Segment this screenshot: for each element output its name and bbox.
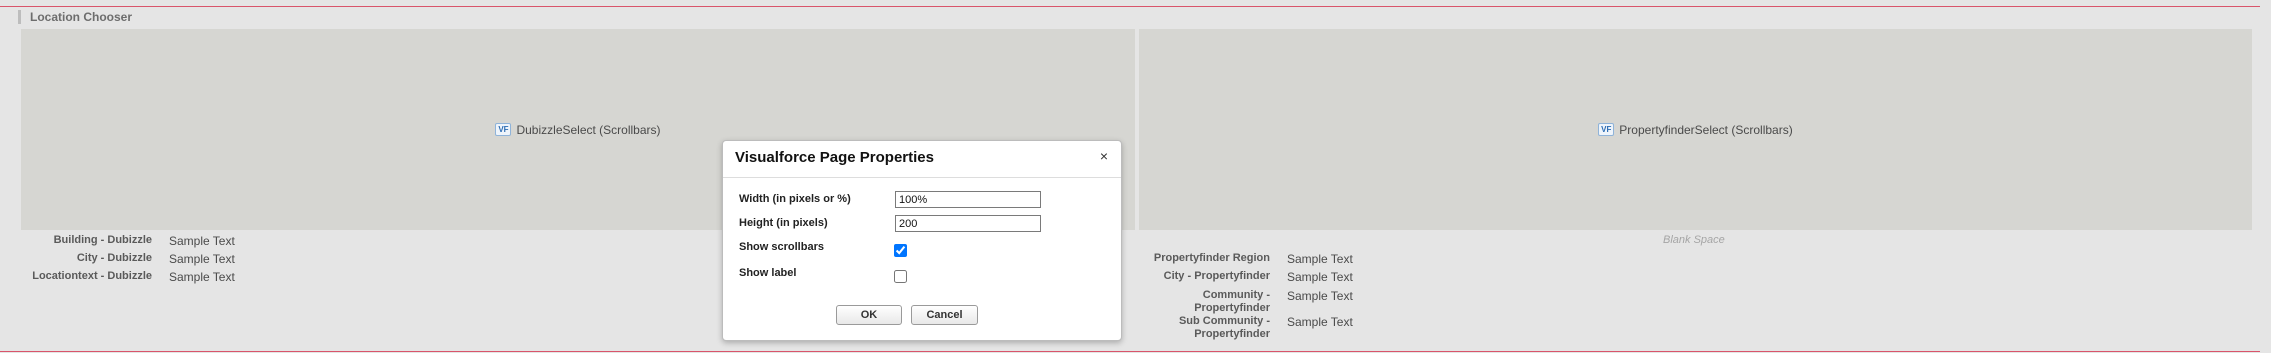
field-value-city-propertyfinder[interactable]: Sample Text: [1287, 270, 1353, 284]
width-label: Width (in pixels or %): [739, 193, 851, 205]
blank-space-placeholder[interactable]: Blank Space: [1663, 234, 1725, 246]
field-value-city-dubizzle[interactable]: Sample Text: [169, 252, 235, 266]
close-icon[interactable]: ×: [1097, 149, 1111, 163]
field-label-community-propertyfinder: Community - Propertyfinder: [1194, 289, 1270, 314]
section-top-border: [0, 6, 2260, 7]
field-value-locationtext-dubizzle[interactable]: Sample Text: [169, 270, 235, 284]
component-label: PropertyfinderSelect (Scrollbars): [1619, 122, 1793, 137]
height-label: Height (in pixels): [739, 217, 828, 229]
show-label-label: Show label: [739, 267, 797, 279]
field-value-building-dubizzle[interactable]: Sample Text: [169, 234, 235, 248]
field-label-sub-community-propertyfinder: Sub Community - Propertyfinder: [1178, 315, 1270, 340]
field-value-propertyfinder-region[interactable]: Sample Text: [1287, 252, 1353, 266]
field-value-sub-community-propertyfinder[interactable]: Sample Text: [1287, 315, 1353, 329]
visualforce-properties-dialog: Visualforce Page Properties × Width (in …: [722, 140, 1122, 341]
show-scrollbars-checkbox[interactable]: [894, 244, 907, 257]
field-label-locationtext-dubizzle: Locationtext - Dubizzle: [32, 270, 152, 282]
field-value-community-propertyfinder[interactable]: Sample Text: [1287, 289, 1353, 303]
ok-button[interactable]: OK: [836, 305, 902, 325]
section-title: Location Chooser: [18, 10, 132, 24]
cancel-button[interactable]: Cancel: [911, 305, 978, 325]
field-label-propertyfinder-region: Propertyfinder Region: [1153, 252, 1270, 264]
page-layout-editor: Location Chooser VF DubizzleSelect (Scro…: [0, 0, 2271, 353]
show-scrollbars-label: Show scrollbars: [739, 241, 824, 253]
section-bottom-border: [0, 351, 2260, 352]
visualforce-icon: VF: [1598, 123, 1615, 136]
width-input[interactable]: [895, 191, 1041, 208]
component-label: DubizzleSelect (Scrollbars): [516, 122, 661, 137]
field-label-city-propertyfinder: City - Propertyfinder: [1163, 270, 1270, 282]
dialog-title: Visualforce Page Properties: [735, 149, 934, 166]
height-input[interactable]: [895, 215, 1041, 232]
dialog-divider: [723, 177, 1121, 178]
field-label-city-dubizzle: City - Dubizzle: [76, 252, 152, 264]
field-label-building-dubizzle: Building - Dubizzle: [53, 234, 152, 246]
show-label-checkbox[interactable]: [894, 270, 907, 283]
visualforce-icon: VF: [495, 123, 512, 136]
propertyfinder-select-component[interactable]: VF PropertyfinderSelect (Scrollbars): [1139, 29, 2252, 230]
